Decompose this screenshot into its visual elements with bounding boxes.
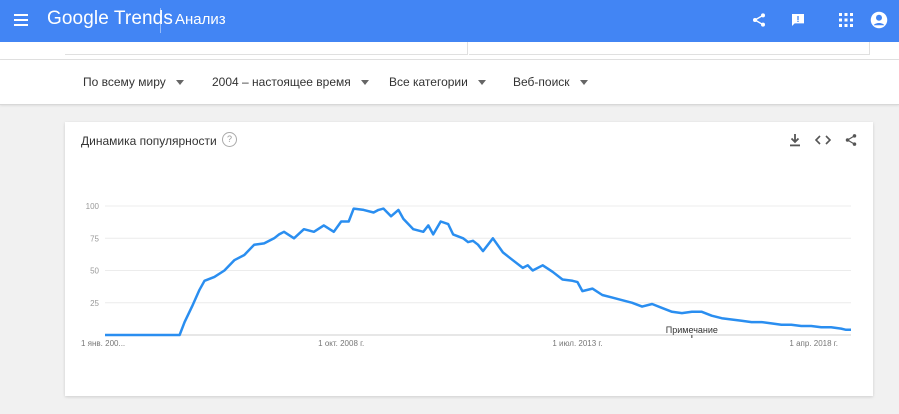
google-trends-logo[interactable]: Google Trends	[47, 8, 173, 30]
category-filter-label: Все категории	[389, 75, 468, 89]
y-tick-label: 100	[86, 202, 100, 211]
search-type-filter[interactable]: Веб-поиск	[513, 75, 588, 89]
y-tick-label: 25	[90, 299, 99, 308]
region-filter-label: По всему миру	[83, 75, 166, 89]
x-tick-label: 1 апр. 2018 г.	[789, 339, 838, 348]
header-divider	[160, 8, 161, 33]
y-tick-label: 50	[90, 267, 99, 276]
compare-strip	[0, 42, 899, 60]
compare-term-2[interactable]	[469, 42, 870, 55]
compare-term-1[interactable]	[65, 42, 468, 55]
y-tick-label: 75	[90, 234, 99, 243]
apps-icon[interactable]	[836, 10, 856, 30]
interest-over-time-card: Динамика популярности ? 25 50 75 100 1 янв. …	[65, 122, 873, 396]
account-icon[interactable]	[869, 10, 889, 30]
chevron-down-icon	[360, 79, 369, 85]
page-title: Анализ	[175, 11, 226, 28]
time-range-filter[interactable]: 2004 – настоящее время	[212, 75, 369, 89]
annotation-label[interactable]: Примечание	[666, 325, 718, 335]
time-range-filter-label: 2004 – настоящее время	[212, 75, 351, 89]
app-bar: Google Trends Анализ	[0, 0, 899, 42]
filter-bar: По всему миру 2004 – настоящее время Все…	[0, 60, 899, 105]
x-tick-label: 1 июл. 2013 г.	[552, 339, 602, 348]
trend-line-chart[interactable]: 25 50 75 100 1 янв. 200... 1 окт. 2008 г. 1 ию…	[65, 122, 873, 396]
category-filter[interactable]: Все категории	[389, 75, 486, 89]
feedback-icon[interactable]	[788, 10, 808, 30]
search-type-filter-label: Веб-поиск	[513, 75, 570, 89]
share-icon[interactable]	[749, 10, 769, 30]
chevron-down-icon	[579, 79, 588, 85]
menu-icon[interactable]	[12, 11, 30, 31]
chevron-down-icon	[477, 79, 486, 85]
region-filter[interactable]: По всему миру	[83, 75, 184, 89]
x-tick-label: 1 янв. 200...	[81, 339, 125, 348]
chevron-down-icon	[175, 79, 184, 85]
x-tick-label: 1 окт. 2008 г.	[318, 339, 364, 348]
series-line[interactable]	[105, 207, 851, 337]
